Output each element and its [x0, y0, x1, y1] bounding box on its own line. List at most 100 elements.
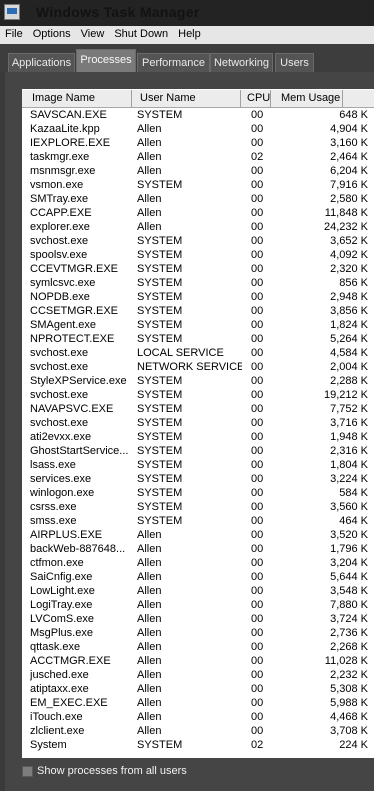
show-all-users-checkbox[interactable]	[22, 765, 33, 777]
table-row[interactable]: svchost.exe NETWORK SERVICE 00 2,004 K	[22, 360, 374, 374]
process-mem: 4,092 K	[330, 249, 368, 261]
table-row[interactable]: qttask.exe Allen 00 2,268 K	[22, 640, 374, 654]
process-cpu: 00	[251, 221, 264, 233]
column-image-name[interactable]: Image Name	[22, 90, 132, 107]
table-row[interactable]: SMAgent.exe SYSTEM 00 1,824 K	[22, 318, 374, 332]
table-row[interactable]: MsgPlus.exe Allen 00 2,736 K	[22, 626, 374, 640]
process-name: StyleXPService.exe	[30, 375, 127, 387]
menu-view[interactable]: View	[76, 26, 110, 44]
process-mem: 2,948 K	[330, 291, 368, 303]
process-mem: 7,752 K	[330, 403, 368, 415]
table-row[interactable]: SMTray.exe Allen 00 2,580 K	[22, 192, 374, 206]
process-name: services.exe	[30, 473, 92, 485]
table-row[interactable]: explorer.exe Allen 00 24,232 K	[22, 220, 374, 234]
show-all-users-option[interactable]: Show processes from all users	[22, 764, 187, 778]
process-user: SYSTEM	[137, 305, 183, 317]
process-name: NOPDB.exe	[30, 291, 90, 303]
table-row[interactable]: svchost.exe SYSTEM 00 3,716 K	[22, 416, 374, 430]
tab-processes[interactable]: Processes	[76, 49, 136, 73]
table-row[interactable]: ACCTMGR.EXE Allen 00 11,028 K	[22, 654, 374, 668]
process-mem: 2,288 K	[330, 375, 368, 387]
process-cpu: 00	[251, 641, 264, 653]
process-name: vsmon.exe	[30, 179, 84, 191]
process-mem: 3,724 K	[330, 613, 368, 625]
table-row[interactable]: jusched.exe Allen 00 2,232 K	[22, 668, 374, 682]
table-row[interactable]: LowLight.exe Allen 00 3,548 K	[22, 584, 374, 598]
table-row[interactable]: spoolsv.exe SYSTEM 00 4,092 K	[22, 248, 374, 262]
tab-users[interactable]: Users	[275, 53, 314, 72]
process-cpu: 00	[251, 459, 264, 471]
process-list[interactable]: Image Name User Name CPU Mem Usage SAVSC…	[22, 89, 374, 758]
table-row[interactable]: CCAPP.EXE Allen 00 11,848 K	[22, 206, 374, 220]
table-row[interactable]: services.exe SYSTEM 00 3,224 K	[22, 472, 374, 486]
table-row[interactable]: StyleXPService.exe SYSTEM 00 2,288 K	[22, 374, 374, 388]
table-row[interactable]: svchost.exe LOCAL SERVICE 00 4,584 K	[22, 346, 374, 360]
table-row[interactable]: NPROTECT.EXE SYSTEM 00 5,264 K	[22, 332, 374, 346]
table-row[interactable]: NAVAPSVC.EXE SYSTEM 00 7,752 K	[22, 402, 374, 416]
table-row[interactable]: KazaaLite.kpp Allen 00 4,904 K	[22, 122, 374, 136]
table-row[interactable]: lsass.exe SYSTEM 00 1,804 K	[22, 458, 374, 472]
table-row[interactable]: IEXPLORE.EXE Allen 00 3,160 K	[22, 136, 374, 150]
table-row[interactable]: vsmon.exe SYSTEM 00 7,916 K	[22, 178, 374, 192]
table-row[interactable]: smss.exe SYSTEM 00 464 K	[22, 514, 374, 528]
table-row[interactable]: CCSETMGR.EXE SYSTEM 00 3,856 K	[22, 304, 374, 318]
table-row[interactable]: AIRPLUS.EXE Allen 00 3,520 K	[22, 528, 374, 542]
process-mem: 2,736 K	[330, 627, 368, 639]
process-user: SYSTEM	[137, 459, 183, 471]
table-row[interactable]: ctfmon.exe Allen 00 3,204 K	[22, 556, 374, 570]
table-row[interactable]: iTouch.exe Allen 00 4,468 K	[22, 710, 374, 724]
table-row[interactable]: GhostStartService... SYSTEM 00 2,316 K	[22, 444, 374, 458]
table-row[interactable]: EM_EXEC.EXE Allen 00 5,988 K	[22, 696, 374, 710]
process-user: SYSTEM	[137, 487, 183, 499]
column-mem-usage[interactable]: Mem Usage	[271, 90, 343, 107]
table-row[interactable]: atiptaxx.exe Allen 00 5,308 K	[22, 682, 374, 696]
table-row[interactable]: System SYSTEM 02 224 K	[22, 738, 374, 752]
tab-networking[interactable]: Networking	[210, 53, 273, 72]
column-cpu[interactable]: CPU	[241, 90, 271, 107]
table-row[interactable]: symlcsvc.exe SYSTEM 00 856 K	[22, 276, 374, 290]
process-mem: 2,316 K	[330, 445, 368, 457]
table-row[interactable]: svchost.exe SYSTEM 00 19,212 K	[22, 388, 374, 402]
table-row[interactable]: NOPDB.exe SYSTEM 00 2,948 K	[22, 290, 374, 304]
process-mem: 3,856 K	[330, 305, 368, 317]
process-mem: 4,468 K	[330, 711, 368, 723]
table-row[interactable]: zlclient.exe Allen 00 3,708 K	[22, 724, 374, 738]
table-row[interactable]: svchost.exe SYSTEM 00 3,652 K	[22, 234, 374, 248]
table-row[interactable]: csrss.exe SYSTEM 00 3,560 K	[22, 500, 374, 514]
table-row[interactable]: SaiCnfig.exe Allen 00 5,644 K	[22, 570, 374, 584]
process-cpu: 00	[251, 669, 264, 681]
process-cpu: 00	[251, 361, 264, 373]
table-row[interactable]: LVComS.exe Allen 00 3,724 K	[22, 612, 374, 626]
table-row[interactable]: backWeb-887648... Allen 00 1,796 K	[22, 542, 374, 556]
process-user: SYSTEM	[137, 109, 183, 121]
menu-shut-down[interactable]: Shut Down	[109, 26, 173, 44]
table-row[interactable]: LogiTray.exe Allen 00 7,880 K	[22, 598, 374, 612]
process-cpu: 00	[251, 263, 264, 275]
process-name: backWeb-887648...	[30, 543, 126, 555]
table-row[interactable]: CCEVTMGR.EXE SYSTEM 00 2,320 K	[22, 262, 374, 276]
process-user: SYSTEM	[137, 291, 183, 303]
column-user-name[interactable]: User Name	[132, 90, 241, 107]
process-name: explorer.exe	[30, 221, 90, 233]
process-name: SaiCnfig.exe	[30, 571, 93, 583]
table-row[interactable]: taskmgr.exe Allen 02 2,464 K	[22, 150, 374, 164]
show-all-users-label: Show processes from all users	[37, 765, 187, 777]
process-cpu: 00	[251, 375, 264, 387]
menu-help[interactable]: Help	[173, 26, 206, 44]
process-cpu: 00	[251, 697, 264, 709]
process-cpu: 00	[251, 501, 264, 513]
menu-file[interactable]: File	[0, 26, 28, 44]
tab-applications[interactable]: Applications	[8, 53, 75, 72]
menu-options[interactable]: Options	[28, 26, 76, 44]
process-name: iTouch.exe	[30, 711, 83, 723]
table-row[interactable]: msnmsgr.exe Allen 00 6,204 K	[22, 164, 374, 178]
process-user: Allen	[137, 585, 162, 597]
process-mem: 464 K	[339, 515, 368, 527]
table-row[interactable]: ati2evxx.exe SYSTEM 00 1,948 K	[22, 430, 374, 444]
process-user: Allen	[137, 627, 162, 639]
process-mem: 2,004 K	[330, 361, 368, 373]
tab-performance[interactable]: Performance	[137, 53, 210, 72]
table-row[interactable]: SAVSCAN.EXE SYSTEM 00 648 K	[22, 108, 374, 122]
table-row[interactable]: winlogon.exe SYSTEM 00 584 K	[22, 486, 374, 500]
process-cpu: 00	[251, 711, 264, 723]
